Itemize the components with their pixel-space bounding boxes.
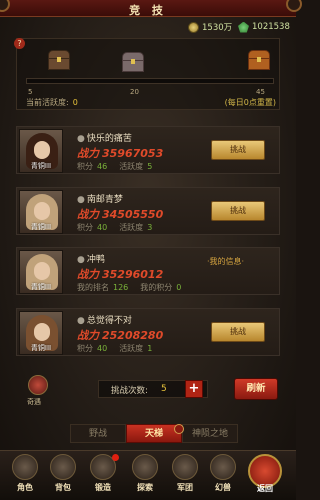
rank-label: 青铜III (30, 223, 52, 231)
opponent-card: 青铜III ● 总觉得不对 战力 25208280 积分 40 活跃度 1 挑战 (16, 308, 280, 356)
activity-chest-2[interactable] (122, 52, 144, 72)
back-label: 返回 (257, 484, 273, 493)
nav-label: 锻造 (95, 483, 111, 492)
my-info-label: ·我的信息· (207, 257, 245, 266)
encounter-label: 奇遇 (27, 398, 41, 406)
challenge-count-label: 挑战次数: (111, 386, 148, 396)
opponent-power: 战力 35967053 (77, 147, 164, 160)
nav-item-beast[interactable]: 幻兽 (206, 454, 240, 498)
activity-value: 0 (72, 98, 78, 107)
nav-label: 探索 (137, 483, 153, 492)
player-power: 战力 35296012 (77, 268, 164, 281)
nav-label: 幻兽 (215, 483, 231, 492)
beast-icon (210, 454, 236, 480)
avatar: 青铜III (19, 311, 63, 355)
nav-label: 角色 (17, 483, 33, 492)
activity-progress-bar (26, 78, 274, 84)
avatar: 青铜III (19, 250, 63, 294)
challenge-button[interactable]: 挑战 (211, 140, 265, 160)
tab-field[interactable]: 野战 (70, 424, 126, 443)
helmet-icon (12, 454, 38, 480)
nav-item-character[interactable]: 角色 (8, 454, 42, 498)
challenge-count-value: 5 (161, 384, 167, 394)
activity-label: 当前活跃度: 0 (26, 98, 78, 107)
avatar: 青铜III (19, 129, 63, 173)
arena-screen: 竞 技 1530万 1021538 ? 5 20 45 当前活跃度: 0 (每日0… (0, 0, 302, 500)
gold-amount: 1530万 (202, 23, 233, 33)
legion-icon (172, 454, 198, 480)
tab-gem-ornament (174, 424, 184, 434)
encounter-icon[interactable] (28, 375, 48, 395)
challenge-button[interactable]: 挑战 (211, 322, 265, 342)
rank-label: 青铜III (30, 162, 52, 170)
gem-amount: 1021538 (252, 22, 290, 32)
gold-display: 1530万 (188, 20, 232, 34)
opponent-stats: 积分 46 活跃度 5 (77, 162, 153, 171)
player-name: ● 冲鸭 (77, 255, 105, 265)
activity-reset-note: (每日0点重置) (224, 98, 276, 107)
player-stats: 我的排名 126 我的积分 0 (77, 283, 182, 292)
explore-icon (132, 454, 158, 480)
opponent-stats: 积分 40 活跃度 1 (77, 344, 153, 353)
opponent-name: ● 南邮青梦 (77, 195, 123, 205)
nav-item-explore[interactable]: 探索 (128, 454, 162, 498)
opponent-power: 战力 25208280 (77, 329, 164, 342)
nav-item-bag[interactable]: 背包 (46, 454, 80, 498)
help-icon[interactable]: ? (14, 38, 25, 49)
rank-label: 青铜III (30, 344, 52, 352)
opponent-card: 青铜III ● 南邮青梦 战力 34505550 积分 40 活跃度 3 挑战 (16, 187, 280, 235)
opponent-stats: 积分 40 活跃度 3 (77, 223, 153, 232)
add-challenge-button[interactable]: + (185, 380, 203, 398)
activity-tick-3: 45 (256, 88, 265, 96)
challenge-button[interactable]: 挑战 (211, 201, 265, 221)
nav-item-legion[interactable]: 军团 (168, 454, 202, 498)
page-title: 竞 技 (129, 4, 167, 17)
notification-badge (112, 454, 119, 461)
nav-label: 军团 (177, 483, 193, 492)
corner-ornament-right (286, 0, 302, 12)
gold-coin-icon (188, 21, 199, 33)
activity-tick-2: 20 (130, 88, 139, 96)
activity-chest-1[interactable] (48, 50, 70, 70)
title-bar: 竞 技 (0, 0, 302, 17)
rank-label: 青铜III (30, 283, 52, 291)
activity-chest-3[interactable] (248, 50, 270, 70)
opponent-power: 战力 34505550 (77, 208, 164, 221)
mode-tabs: 野战 天梯 神陨之地 (70, 424, 240, 443)
nav-item-forge[interactable]: 锻造 (86, 454, 120, 498)
gem-display: 1021538 (238, 20, 290, 34)
tab-fallen-god-land[interactable]: 神陨之地 (182, 424, 238, 443)
refresh-button[interactable]: 刷新 (234, 378, 278, 400)
avatar: 青铜III (19, 190, 63, 234)
opponent-name: ● 快乐的痛苦 (77, 134, 132, 144)
opponent-name: ● 总觉得不对 (77, 316, 132, 326)
activity-tick-1: 5 (28, 88, 33, 96)
gem-icon (238, 21, 249, 33)
my-info-card: 青铜III ● 冲鸭 战力 35296012 我的排名 126 我的积分 0 ·我的信息· (16, 247, 280, 295)
nav-label: 背包 (55, 483, 71, 492)
bag-icon (50, 454, 76, 480)
opponent-card: 青铜III ● 快乐的痛苦 战力 35967053 积分 46 活跃度 5 挑战 (16, 126, 280, 174)
